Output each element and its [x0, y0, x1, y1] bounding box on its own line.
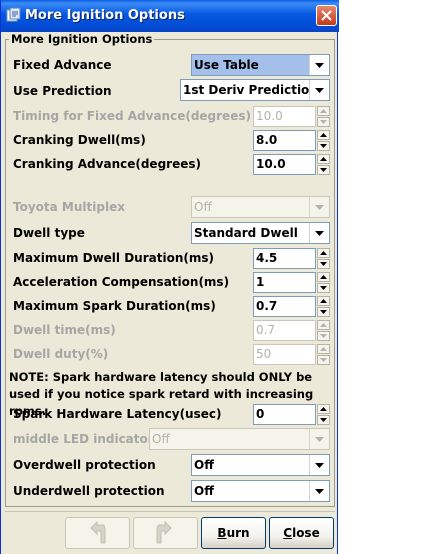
spinner-up-icon[interactable]	[317, 248, 330, 258]
fixed-advance-value: Use Table	[192, 55, 310, 75]
middle-led-value: Off	[152, 432, 170, 446]
max-dwell-duration-label: Maximum Dwell Duration(ms)	[13, 251, 214, 265]
chevron-down-icon[interactable]	[309, 80, 329, 100]
dwell-time-spinner: 0.7	[253, 320, 330, 341]
accel-compensation-input[interactable]: 1	[253, 272, 316, 293]
accel-compensation-spinner[interactable]: 1	[253, 272, 330, 293]
chevron-down-icon[interactable]	[309, 55, 329, 75]
spinner-up-icon[interactable]	[317, 154, 330, 164]
use-prediction-select[interactable]: 1st Deriv Prediction	[180, 79, 330, 101]
undo-arrow-icon	[89, 521, 105, 544]
overdwell-value: Off	[194, 458, 214, 472]
close-x-icon	[321, 10, 332, 21]
max-spark-duration-spinner[interactable]: 0.7	[253, 296, 330, 317]
max-dwell-duration-spinner[interactable]: 4.5	[253, 248, 330, 269]
spinner-up-icon[interactable]	[317, 272, 330, 282]
redo-arrow-icon	[156, 521, 172, 544]
spinner-down-icon	[317, 117, 330, 127]
use-prediction-label: Use Prediction	[13, 84, 112, 98]
cranking-dwell-input[interactable]: 8.0	[253, 130, 316, 151]
chevron-down-icon	[309, 197, 329, 217]
dwell-type-value: Standard Dwell	[194, 226, 298, 240]
burn-label-rest: urn	[226, 526, 250, 540]
burn-mnemonic: B	[217, 526, 227, 540]
spark-latency-input[interactable]: 0	[253, 404, 316, 425]
close-window-button[interactable]	[316, 5, 337, 26]
chevron-down-icon	[309, 429, 329, 449]
spinner-down-icon	[317, 355, 330, 365]
spinner-up-icon	[317, 106, 330, 116]
spark-latency-spinner[interactable]: 0	[253, 404, 330, 425]
spinner-up-icon[interactable]	[317, 404, 330, 414]
underdwell-value: Off	[194, 484, 214, 498]
use-prediction-value: 1st Deriv Prediction	[183, 83, 310, 97]
cranking-advance-label: Cranking Advance(degrees)	[13, 157, 201, 171]
accel-compensation-label: Acceleration Compensation(ms)	[13, 275, 230, 289]
timing-fixed-advance-spinner: 10.0	[253, 106, 330, 127]
max-dwell-duration-input[interactable]: 4.5	[253, 248, 316, 269]
spinner-up-icon[interactable]	[317, 296, 330, 306]
timing-fixed-advance-label: Timing for Fixed Advance(degrees)	[13, 109, 251, 123]
cranking-dwell-label: Cranking Dwell(ms)	[13, 133, 146, 147]
toyota-multiplex-label: Toyota Multiplex	[13, 200, 125, 214]
dwell-type-select[interactable]: Standard Dwell	[191, 222, 330, 244]
underdwell-label: Underdwell protection	[13, 484, 165, 498]
spinner-down-icon[interactable]	[317, 141, 330, 151]
spinner-down-icon[interactable]	[317, 307, 330, 317]
spinner-down-icon	[317, 331, 330, 341]
dwell-time-label: Dwell time(ms)	[13, 323, 116, 337]
fixed-advance-label: Fixed Advance	[13, 58, 112, 72]
fixed-advance-select[interactable]: Use Table	[191, 54, 330, 76]
chevron-down-icon[interactable]	[309, 481, 329, 501]
redo-button[interactable]	[133, 517, 198, 549]
close-label-rest: lose	[292, 526, 320, 540]
underdwell-select[interactable]: Off	[191, 480, 330, 502]
bottom-separator	[5, 511, 335, 512]
max-spark-duration-label: Maximum Spark Duration(ms)	[13, 299, 216, 313]
dwell-duty-spinner: 50	[253, 344, 330, 365]
cranking-advance-input[interactable]: 10.0	[253, 154, 316, 175]
dwell-time-input: 0.7	[253, 320, 316, 341]
toyota-multiplex-value: Off	[194, 200, 212, 214]
middle-led-label: middle LED indicator	[13, 432, 154, 446]
spinner-down-icon[interactable]	[317, 415, 330, 425]
overdwell-label: Overdwell protection	[13, 458, 156, 472]
chevron-down-icon[interactable]	[309, 455, 329, 475]
dialog-window: More Ignition Options More Ignition Opti…	[0, 0, 339, 554]
spinner-down-icon[interactable]	[317, 165, 330, 175]
middle-led-select: Off	[149, 428, 330, 450]
cranking-advance-spinner[interactable]: 10.0	[253, 154, 330, 175]
spinner-down-icon[interactable]	[317, 283, 330, 293]
cranking-dwell-spinner[interactable]: 8.0	[253, 130, 330, 151]
title-bar[interactable]: More Ignition Options	[1, 0, 339, 32]
group-legend: More Ignition Options	[9, 32, 155, 46]
spinner-down-icon[interactable]	[317, 259, 330, 269]
close-button[interactable]: Close	[269, 517, 334, 549]
timing-fixed-advance-input: 10.0	[253, 106, 316, 127]
spinner-up-icon	[317, 344, 330, 354]
overdwell-select[interactable]: Off	[191, 454, 330, 476]
spinner-up-icon[interactable]	[317, 130, 330, 140]
dwell-type-label: Dwell type	[13, 226, 85, 240]
undo-button[interactable]	[65, 517, 130, 549]
window-title: More Ignition Options	[25, 8, 185, 23]
dwell-duty-label: Dwell duty(%)	[13, 347, 109, 361]
spinner-up-icon	[317, 320, 330, 330]
max-spark-duration-input[interactable]: 0.7	[253, 296, 316, 317]
spark-latency-label: Spark Hardware Latency(usec)	[13, 407, 222, 421]
dwell-duty-input: 50	[253, 344, 316, 365]
toyota-multiplex-select: Off	[191, 196, 330, 218]
chevron-down-icon[interactable]	[309, 223, 329, 243]
close-mnemonic: C	[283, 526, 293, 540]
burn-button[interactable]: Burn	[201, 517, 266, 549]
app-icon	[6, 7, 21, 22]
